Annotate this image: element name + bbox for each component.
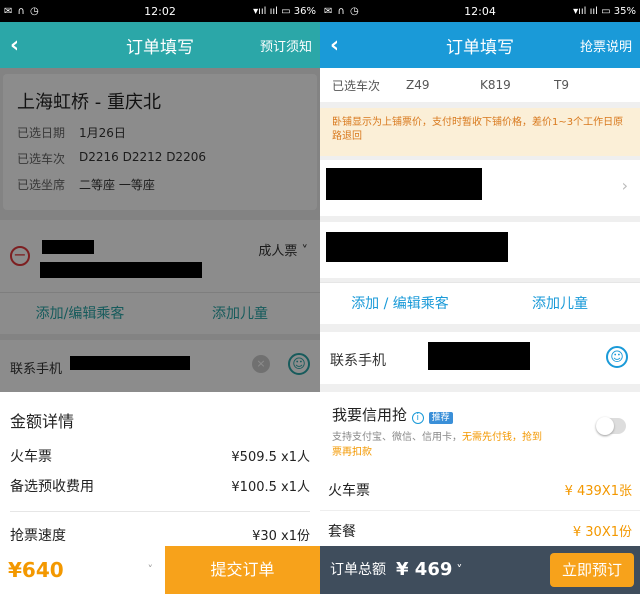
submit-order-button[interactable]: 提交订单 [165, 546, 320, 594]
selected-trains-row: 已选车次 Z49 K819 T9 [320, 68, 640, 102]
detail-name: 火车票 [10, 449, 52, 465]
summary-value: ¥ 439X1张 [564, 484, 632, 499]
total-amount: ¥640 [8, 558, 64, 582]
credit-desc-text: 支持支付宝、微信、信用卡， [332, 432, 462, 443]
nav-bar: ‹ 订单填写 抢票说明 [320, 22, 640, 68]
status-bar: ✉ ∩ ◷ 12:02 ▾ııl ııl ▭ 36% [0, 0, 320, 22]
berth-price-notice: 卧铺显示为上铺票价，支付时暂收下铺价格，差价1~3个工作日原路退回 [320, 108, 640, 156]
chevron-right-icon: › [621, 176, 628, 195]
credit-title-row: 我要信用抢 i 推荐 [332, 404, 453, 425]
detail-name: 备选预收费用 [10, 479, 94, 495]
bottom-bar: ¥640 ˅ 提交订单 [0, 546, 320, 594]
info-icon[interactable]: i [411, 412, 424, 424]
train-number: T9 [554, 78, 569, 92]
credit-description: 支持支付宝、微信、信用卡，无需先付钱，抢到票再扣款 [332, 430, 542, 460]
book-now-button[interactable]: 立即预订 [549, 553, 634, 587]
status-time: 12:02 [144, 4, 176, 18]
recommend-badge: 推荐 [428, 412, 453, 424]
detail-name: 抢票速度 [10, 528, 66, 544]
price-summary-sheet: 火车票 ¥ 439X1张 套餐 ¥ 30X1份 [320, 470, 640, 546]
chevron-down-icon[interactable]: ˅ [452, 546, 462, 594]
passenger-row[interactable]: › [320, 160, 640, 216]
chevron-down-icon[interactable]: ˅ [148, 546, 154, 594]
trains-label: 已选车次 [332, 78, 381, 93]
train-number: Z49 [406, 78, 430, 92]
redacted-phone [428, 342, 530, 370]
total-label: 订单总额 [330, 562, 386, 578]
detail-value: ¥509.5 x1人 [231, 450, 310, 465]
redacted-passenger [326, 232, 508, 262]
price-details-sheet: 金额详情 火车票 ¥509.5 x1人 备选预收费用 ¥100.5 x1人 抢票速度… [0, 392, 320, 546]
credit-title: 我要信用抢 [332, 406, 408, 424]
credit-toggle[interactable] [596, 417, 626, 435]
contact-label: 联系手机 [330, 353, 386, 369]
bottom-bar: 订单总额 ¥ 469 ˅ 立即预订 [320, 546, 640, 594]
total-amount[interactable]: ¥ 469 [386, 546, 452, 594]
details-heading: 金额详情 [10, 412, 75, 431]
left-screen: ✉ ∩ ◷ 12:02 ▾ııl ııl ▭ 36% ‹ 订单填写 预订须知 上… [0, 0, 320, 594]
grab-ticket-help-link[interactable]: 抢票说明 [580, 36, 632, 55]
add-passenger-row: 添加 / 编辑乘客 添加儿童 [320, 282, 640, 324]
summary-name: 火车票 [328, 483, 370, 499]
redacted-passenger [326, 168, 482, 200]
passenger-row [320, 222, 640, 278]
booking-notice-link[interactable]: 预订须知 [260, 36, 312, 55]
summary-name: 套餐 [328, 524, 356, 540]
summary-item: 火车票 ¥ 439X1张 [320, 470, 640, 511]
order-total[interactable]: ¥640 ˅ [0, 546, 165, 594]
detail-value: ¥30 x1份 [252, 529, 310, 544]
credit-grab-section: 我要信用抢 i 推荐 支持支付宝、微信、信用卡，无需先付钱，抢到票再扣款 [320, 392, 640, 472]
detail-value: ¥100.5 x1人 [231, 480, 310, 495]
back-icon[interactable]: ‹ [330, 33, 339, 58]
status-time: 12:04 [464, 4, 496, 18]
train-number: K819 [480, 78, 511, 92]
summary-value: ¥ 30X1份 [572, 525, 632, 540]
add-edit-passenger-button[interactable]: 添加 / 编辑乘客 [320, 283, 480, 324]
nav-bar: ‹ 订单填写 预订须知 [0, 22, 320, 68]
summary-item: 套餐 ¥ 30X1份 [320, 511, 640, 551]
right-screen: ✉ ∩ ◷ 12:04 ▾ııl ııl ▭ 35% ‹ 订单填写 抢票说明 已… [320, 0, 640, 594]
detail-item: 备选预收费用 ¥100.5 x1人 [0, 471, 320, 501]
status-bar: ✉ ∩ ◷ 12:04 ▾ııl ııl ▭ 35% [320, 0, 640, 22]
contact-row: 联系手机 ☺ [320, 332, 640, 384]
add-child-button[interactable]: 添加儿童 [480, 283, 640, 324]
contacts-icon[interactable]: ☺ [606, 346, 628, 368]
divider [10, 511, 310, 512]
back-icon[interactable]: ‹ [10, 33, 19, 58]
detail-item: 火车票 ¥509.5 x1人 [0, 440, 320, 471]
